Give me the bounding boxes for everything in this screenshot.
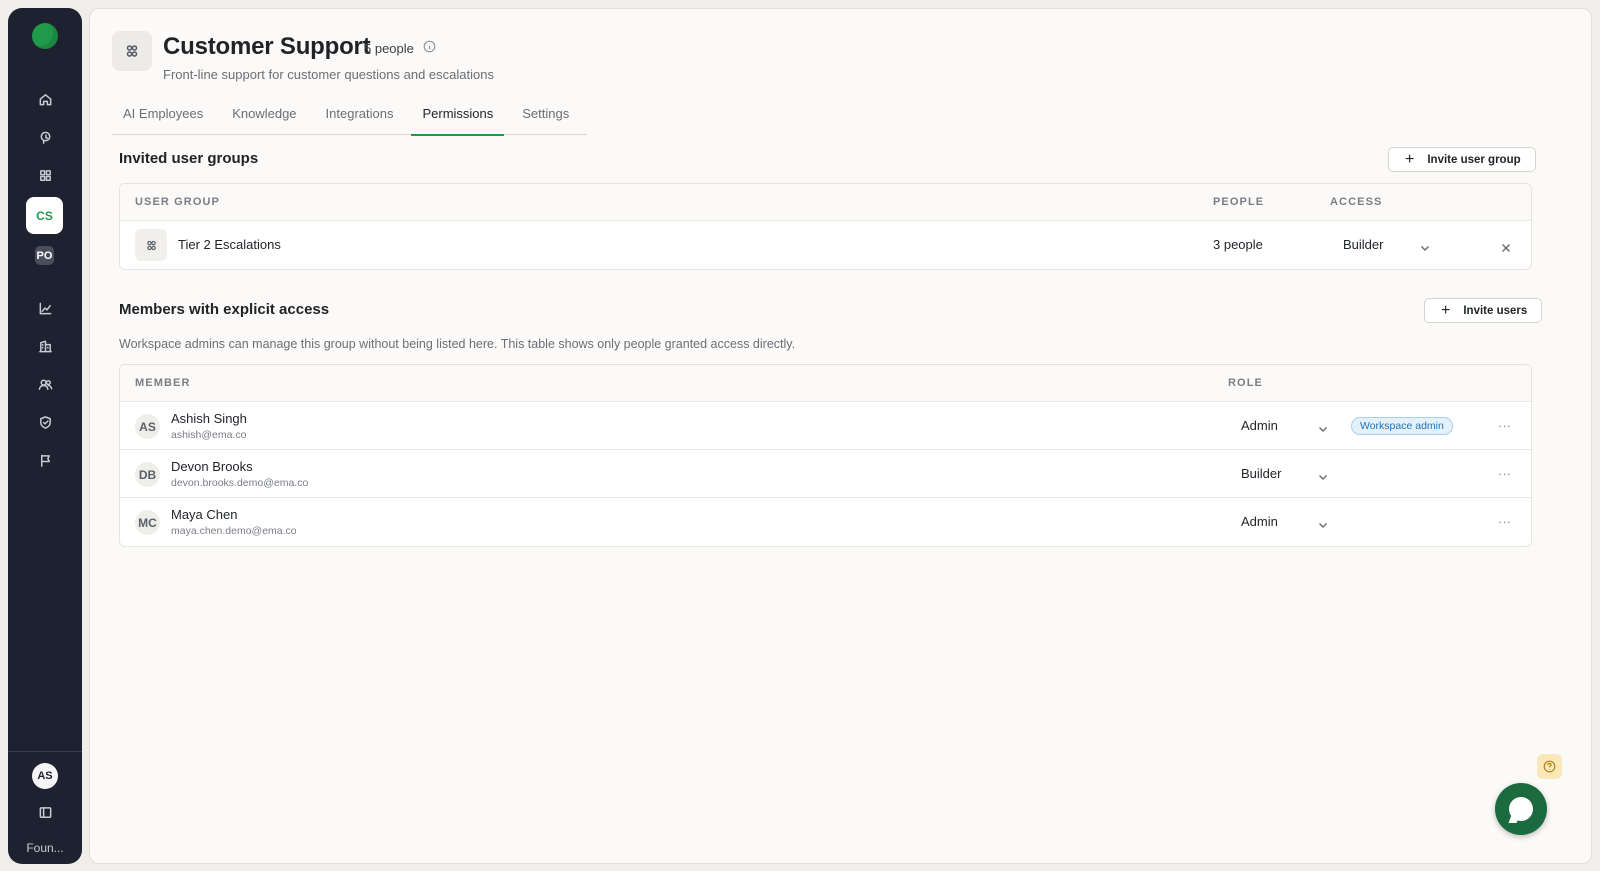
main-panel: Customer Support 5 people Front-line sup…	[89, 8, 1592, 864]
people-count: 5 people	[364, 41, 414, 56]
chevron-down-icon[interactable]	[1318, 421, 1328, 433]
group-icon	[112, 31, 152, 71]
workspace-po-label: PO	[36, 249, 53, 262]
workspace-cs-label: CS	[36, 208, 53, 223]
table-row: DB Devon Brooks devon.brooks.demo@ema.co…	[120, 450, 1531, 498]
members-note: Workspace admins can manage this group w…	[119, 337, 796, 351]
member-email: maya.chen.demo@ema.co	[171, 525, 297, 537]
group-people: 3 people	[1213, 237, 1263, 252]
col-people: PEOPLE	[1213, 196, 1265, 208]
tab-settings[interactable]: Settings	[511, 99, 580, 135]
groups-table-header: USER GROUP PEOPLE ACCESS	[120, 184, 1531, 221]
sidebar-toggle-icon[interactable]	[33, 800, 57, 824]
brain-icon[interactable]	[33, 125, 57, 149]
tab-knowledge[interactable]: Knowledge	[221, 99, 307, 135]
chevron-down-icon[interactable]	[1318, 469, 1328, 481]
table-row: Tier 2 Escalations 3 people Builder	[120, 221, 1531, 269]
building-icon[interactable]	[33, 334, 57, 358]
help-icon	[1543, 760, 1556, 773]
col-access: ACCESS	[1330, 196, 1383, 208]
invite-user-group-label: Invite user group	[1427, 153, 1521, 166]
members-table: MEMBER ROLE AS Ashish Singh ashish@ema.c…	[119, 364, 1532, 547]
avatar: AS	[135, 414, 160, 439]
groups-table: USER GROUP PEOPLE ACCESS Tier 2 Escalati…	[119, 183, 1532, 270]
page-subtitle: Front-line support for customer question…	[163, 67, 494, 82]
plus-icon: +	[1405, 150, 1415, 168]
org-name[interactable]: Foun...	[8, 841, 82, 855]
user-avatar[interactable]: AS	[32, 763, 58, 789]
avatar: MC	[135, 510, 160, 535]
help-button[interactable]	[1537, 754, 1562, 779]
tab-bar: AI Employees Knowledge Integrations Perm…	[112, 99, 588, 136]
member-email: ashish@ema.co	[171, 429, 247, 441]
table-row: AS Ashish Singh ashish@ema.co Admin Work…	[120, 402, 1531, 450]
workspace-cs[interactable]: CS	[26, 197, 63, 234]
groups-section-title: Invited user groups	[119, 150, 259, 167]
user-avatar-initials: AS	[37, 770, 53, 782]
home-icon[interactable]	[33, 87, 57, 111]
role-select[interactable]: Admin	[1241, 418, 1278, 433]
tab-ai-employees[interactable]: AI Employees	[112, 99, 214, 135]
chevron-down-icon[interactable]	[1318, 517, 1328, 529]
more-options-icon[interactable]: ···	[1498, 466, 1511, 481]
sidebar: CS PO AS Foun...	[8, 8, 82, 864]
invite-users-label: Invite users	[1463, 304, 1528, 317]
tab-permissions[interactable]: Permissions	[411, 99, 505, 136]
members-table-header: MEMBER ROLE	[120, 365, 1531, 402]
member-name: Devon Brooks	[171, 459, 253, 474]
col-role: ROLE	[1228, 377, 1263, 389]
role-select[interactable]: Admin	[1241, 514, 1278, 529]
member-name: Maya Chen	[171, 507, 238, 522]
avatar: DB	[135, 462, 160, 487]
group-icon	[135, 229, 167, 261]
logo[interactable]	[32, 23, 58, 49]
more-options-icon[interactable]: ···	[1498, 418, 1511, 433]
group-name: Tier 2 Escalations	[178, 237, 281, 252]
member-email: devon.brooks.demo@ema.co	[171, 477, 309, 489]
sidebar-divider	[8, 751, 82, 752]
member-name: Ashish Singh	[171, 411, 247, 426]
tab-integrations[interactable]: Integrations	[315, 99, 405, 135]
members-section-title: Members with explicit access	[119, 301, 330, 318]
page-title: Customer Support	[163, 33, 371, 60]
col-member: MEMBER	[135, 377, 191, 389]
info-icon[interactable]	[423, 40, 436, 53]
remove-group-icon[interactable]	[1501, 240, 1511, 253]
chat-button[interactable]	[1495, 783, 1547, 835]
chevron-down-icon[interactable]	[1420, 240, 1430, 252]
role-select[interactable]: Builder	[1241, 466, 1281, 481]
table-row: MC Maya Chen maya.chen.demo@ema.co Admin…	[120, 498, 1531, 546]
shield-icon[interactable]	[33, 410, 57, 434]
access-select[interactable]: Builder	[1343, 237, 1383, 252]
chat-bubble-icon	[1509, 797, 1533, 821]
plus-icon: +	[1441, 301, 1451, 319]
more-options-icon[interactable]: ···	[1498, 514, 1511, 529]
status-badge: Workspace admin	[1351, 417, 1453, 435]
flag-icon[interactable]	[33, 448, 57, 472]
users-icon[interactable]	[33, 372, 57, 396]
workspace-po[interactable]: PO	[35, 246, 54, 265]
invite-users-button[interactable]: + Invite users	[1424, 298, 1543, 323]
invite-user-group-button[interactable]: + Invite user group	[1388, 147, 1536, 172]
analytics-icon[interactable]	[33, 296, 57, 320]
apps-grid-icon[interactable]	[33, 163, 57, 187]
col-user-group: USER GROUP	[135, 196, 220, 208]
